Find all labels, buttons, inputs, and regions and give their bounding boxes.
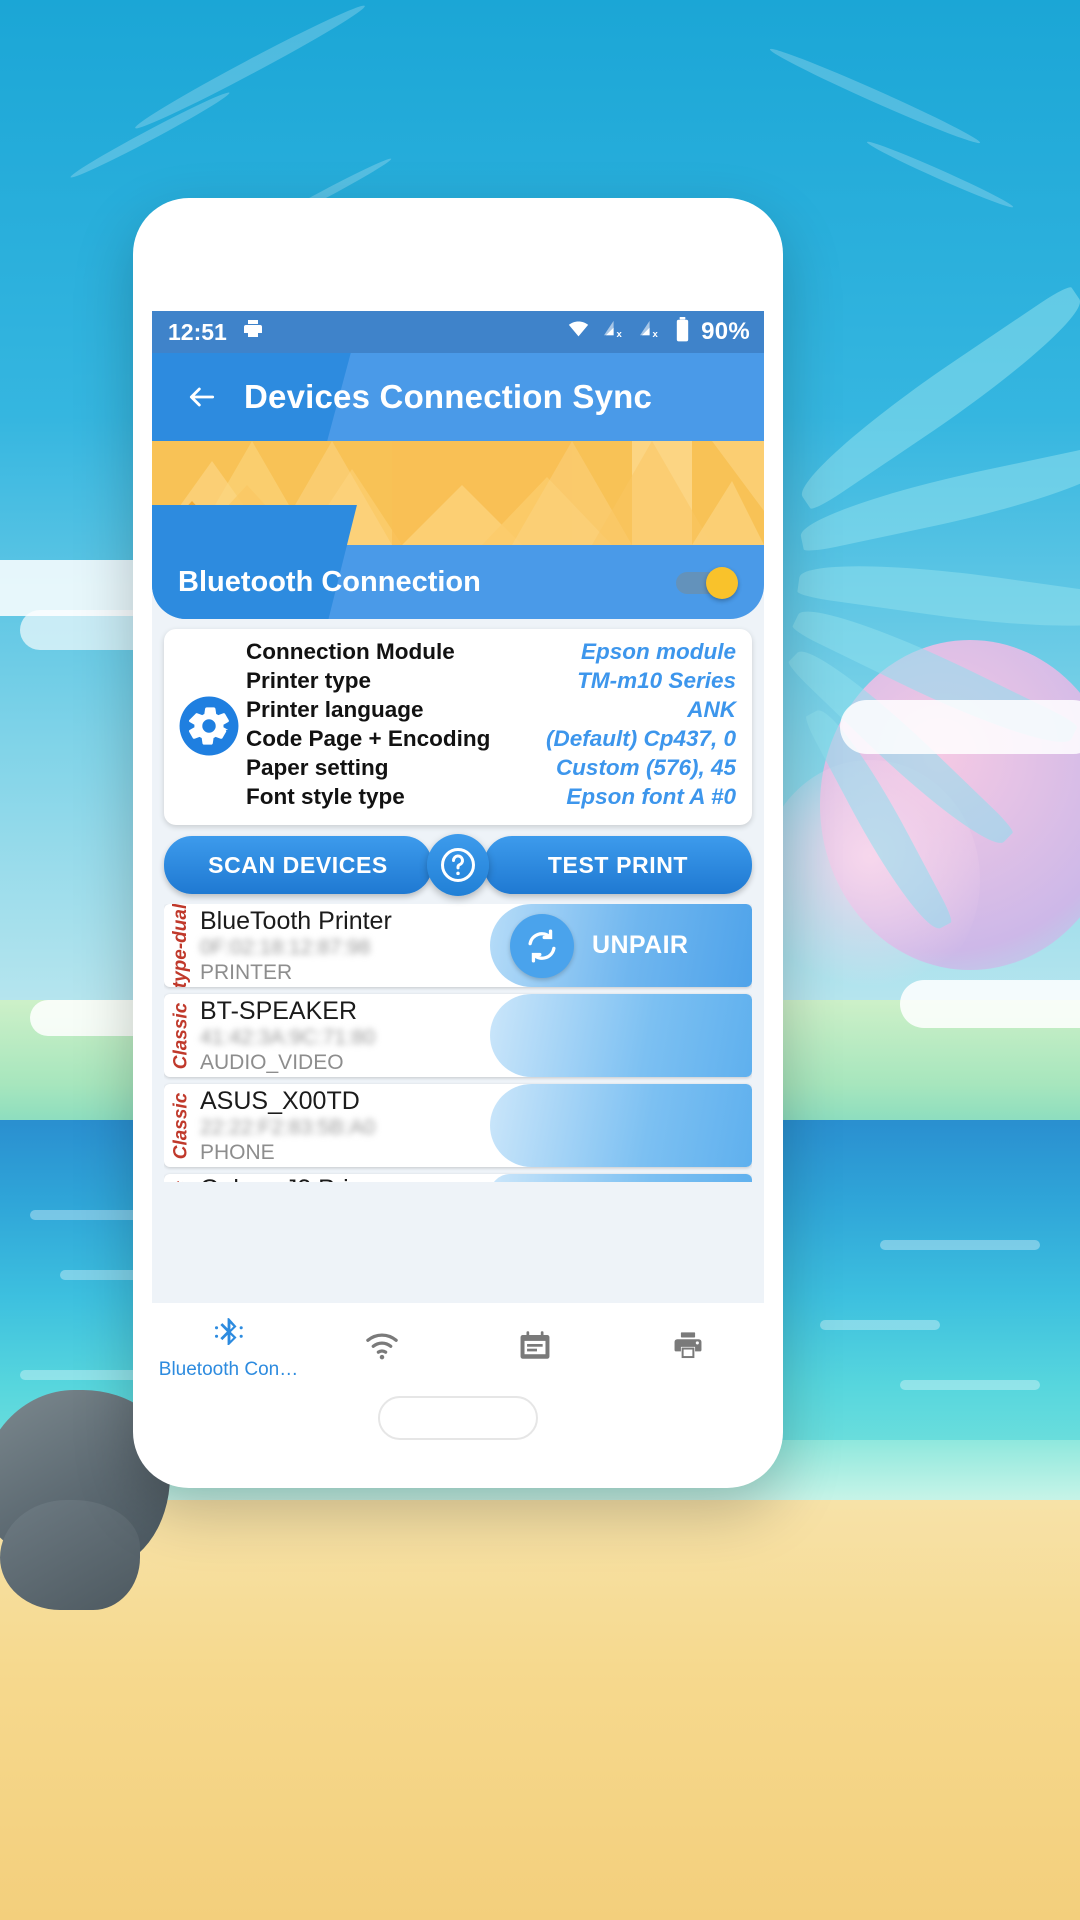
bottom-navigation-bar: Bluetooth Con…	[152, 1303, 764, 1393]
signal-no-sim-icon: x	[639, 319, 664, 346]
device-row[interactable]: type-dual BlueTooth Printer 0F:02:18:12:…	[164, 904, 752, 987]
setting-value: ANK	[687, 697, 736, 722]
printer-icon	[240, 317, 266, 347]
phone-screen: 12:51 x x 90% Devices Connection Sync Bl…	[152, 311, 764, 1393]
rock	[0, 1500, 140, 1610]
bluetooth-hero-card: Bluetooth Connection	[152, 441, 764, 619]
action-button-row: SCAN DEVICES TEST PRINT	[164, 834, 752, 896]
unpair-button-label: UNPAIR	[592, 931, 689, 959]
device-type-tag-text: Classic	[170, 1092, 192, 1159]
bluetooth-toggle-switch[interactable]	[676, 567, 738, 599]
setting-value: Custom (576), 45	[555, 755, 736, 780]
svg-text:x: x	[617, 329, 623, 340]
printer-icon	[670, 1329, 706, 1368]
phone-top-bezel	[133, 198, 783, 308]
device-row[interactable]: Classic ASUS_X00TD 22:22:F2:83:5B:A0 PHO…	[164, 1084, 752, 1167]
bluetooth-toggle-row: Bluetooth Connection	[152, 545, 764, 619]
setting-row-paper-setting[interactable]: Paper setting Custom (576), 45	[246, 755, 736, 784]
setting-value: TM-m10 Series	[577, 668, 736, 693]
nav-item-wifi[interactable]	[305, 1331, 458, 1366]
setting-row-code-page-encoding[interactable]: Code Page + Encoding (Default) Cp437, 0	[246, 726, 736, 755]
calendar-icon	[518, 1329, 552, 1368]
setting-row-font-style-type[interactable]: Font style type Epson font A #0	[246, 784, 736, 813]
device-mac-visible: 22	[200, 1116, 224, 1139]
test-print-button[interactable]: TEST PRINT	[484, 836, 752, 894]
scan-devices-button[interactable]: SCAN DEVICES	[164, 836, 432, 894]
setting-row-printer-type[interactable]: Printer type TM-m10 Series	[246, 668, 736, 697]
device-mac-hidden: :02:18:12:87:98	[224, 936, 371, 959]
device-type-tag-text: sic	[170, 1181, 192, 1182]
page-title: Devices Connection Sync	[244, 378, 653, 415]
setting-value: (Default) Cp437, 0	[545, 726, 736, 751]
device-pair-action[interactable]	[490, 1174, 752, 1182]
device-list[interactable]: type-dual BlueTooth Printer 0F:02:18:12:…	[164, 904, 752, 1182]
status-bar: 12:51 x x 90%	[152, 311, 764, 353]
toggle-knob	[706, 567, 738, 599]
cloud	[840, 700, 1080, 754]
status-time: 12:51	[168, 318, 227, 345]
setting-key: Connection Module	[246, 639, 455, 664]
setting-value: Epson font A #0	[566, 784, 736, 809]
wifi-icon	[565, 318, 592, 346]
battery-icon	[675, 316, 690, 348]
device-type-tag: type-dual	[164, 904, 198, 987]
battery-percent: 90%	[701, 318, 750, 345]
gear-icon[interactable]	[172, 695, 246, 757]
printer-settings-card[interactable]: Connection Module Epson module Printer t…	[164, 629, 752, 825]
setting-key: Printer type	[246, 668, 372, 693]
device-mac-hidden: :22:F2:83:5B:A0	[223, 1116, 376, 1139]
device-type-tag: sic	[164, 1174, 198, 1182]
nav-item-bluetooth-connection[interactable]: Bluetooth Con…	[152, 1315, 305, 1381]
home-button[interactable]	[378, 1396, 538, 1440]
device-row[interactable]: sic Galaxy J2 Prime	[164, 1174, 752, 1182]
device-type-tag: Classic	[164, 1084, 198, 1167]
nav-item-label: Bluetooth Con…	[158, 1359, 299, 1380]
setting-value: Epson module	[580, 639, 736, 664]
nav-item-calendar[interactable]	[458, 1329, 611, 1368]
phone-frame: 12:51 x x 90% Devices Connection Sync Bl…	[133, 198, 783, 1488]
help-button[interactable]	[427, 834, 489, 896]
svg-text:x: x	[653, 329, 659, 340]
sand	[0, 1500, 1080, 1920]
device-type-tag-text: type-dual	[170, 904, 192, 987]
back-arrow-icon[interactable]	[174, 369, 230, 425]
nav-item-printer[interactable]	[611, 1329, 764, 1368]
device-type-tag-text: Classic	[170, 1002, 192, 1069]
setting-row-printer-language[interactable]: Printer language ANK	[246, 697, 736, 726]
setting-row-connection-module[interactable]: Connection Module Epson module	[246, 639, 736, 668]
device-mac-visible: 0F	[200, 936, 225, 959]
device-row[interactable]: Classic BT-SPEAKER 41:42:3A:9C:71:80 AUD…	[164, 994, 752, 1077]
setting-key: Paper setting	[246, 755, 389, 780]
device-unpair-action[interactable]: UNPAIR	[490, 904, 752, 987]
cloud	[900, 980, 1080, 1028]
device-type-tag: Classic	[164, 994, 198, 1077]
sync-icon[interactable]	[510, 913, 574, 978]
setting-key: Font style type	[246, 784, 405, 809]
bluetooth-icon	[212, 1315, 246, 1354]
app-bar: Devices Connection Sync	[152, 353, 764, 441]
settings-rows: Connection Module Epson module Printer t…	[246, 639, 736, 813]
device-mac-visible: 41	[200, 1026, 224, 1049]
wifi-icon	[364, 1331, 400, 1366]
signal-no-sim-icon: x	[603, 319, 628, 346]
setting-key: Code Page + Encoding	[246, 726, 491, 751]
device-pair-action[interactable]	[490, 1084, 752, 1167]
device-pair-action[interactable]	[490, 994, 752, 1077]
setting-key: Printer language	[246, 697, 424, 722]
device-mac-hidden: :42:3A:9C:71:80	[223, 1026, 376, 1049]
bluetooth-connection-label: Bluetooth Connection	[178, 565, 481, 598]
